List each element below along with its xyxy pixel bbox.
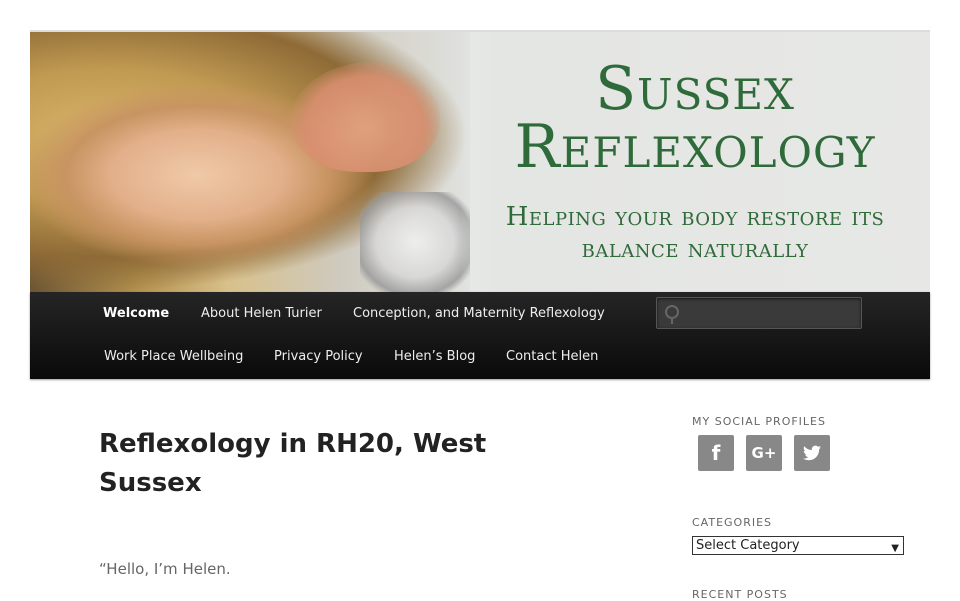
nav-item-privacy[interactable]: Privacy Policy — [274, 349, 363, 364]
categories-widget-title: CATEGORIES — [692, 516, 773, 529]
social-widget-title: MY SOCIAL PROFILES — [692, 415, 826, 428]
search-box — [656, 297, 862, 330]
page-title: Reflexology in RH20, West Sussex — [99, 429, 487, 498]
category-select-value: Select Category — [696, 538, 800, 553]
search-input[interactable] — [683, 298, 859, 330]
search-icon — [665, 305, 679, 324]
banner-text-area: Sussex Reflexology Helping your body res… — [460, 32, 930, 292]
tagline-line2: balance naturally — [581, 234, 809, 264]
nav-item-workplace[interactable]: Work Place Wellbeing — [104, 349, 243, 364]
google-plus-icon[interactable]: G+ — [746, 435, 782, 471]
nav-item-welcome[interactable]: Welcome — [103, 306, 169, 321]
category-select[interactable]: Select Category ▼ — [692, 536, 904, 555]
nav-item-blog[interactable]: Helen’s Blog — [394, 349, 475, 364]
facebook-icon[interactable]: f — [698, 435, 734, 471]
twitter-icon[interactable] — [794, 435, 830, 471]
nav-item-contact[interactable]: Contact Helen — [506, 349, 598, 364]
chevron-down-icon: ▼ — [891, 543, 899, 554]
recent-posts-widget-title: RECENT POSTS — [692, 588, 788, 601]
intro-text: “Hello, I’m Helen. — [99, 560, 231, 578]
site-title-line2: Reflexology — [514, 112, 876, 182]
nav-item-about[interactable]: About Helen Turier — [201, 306, 322, 321]
banner-cloth-image — [360, 192, 470, 292]
nav-item-maternity[interactable]: Conception, and Maternity Reflexology — [353, 306, 605, 321]
main-navigation: Welcome About Helen Turier Conception, a… — [30, 292, 930, 379]
tagline-line1: Helping your body restore its — [505, 202, 885, 232]
header-banner[interactable]: Sussex Reflexology Helping your body res… — [30, 32, 930, 292]
